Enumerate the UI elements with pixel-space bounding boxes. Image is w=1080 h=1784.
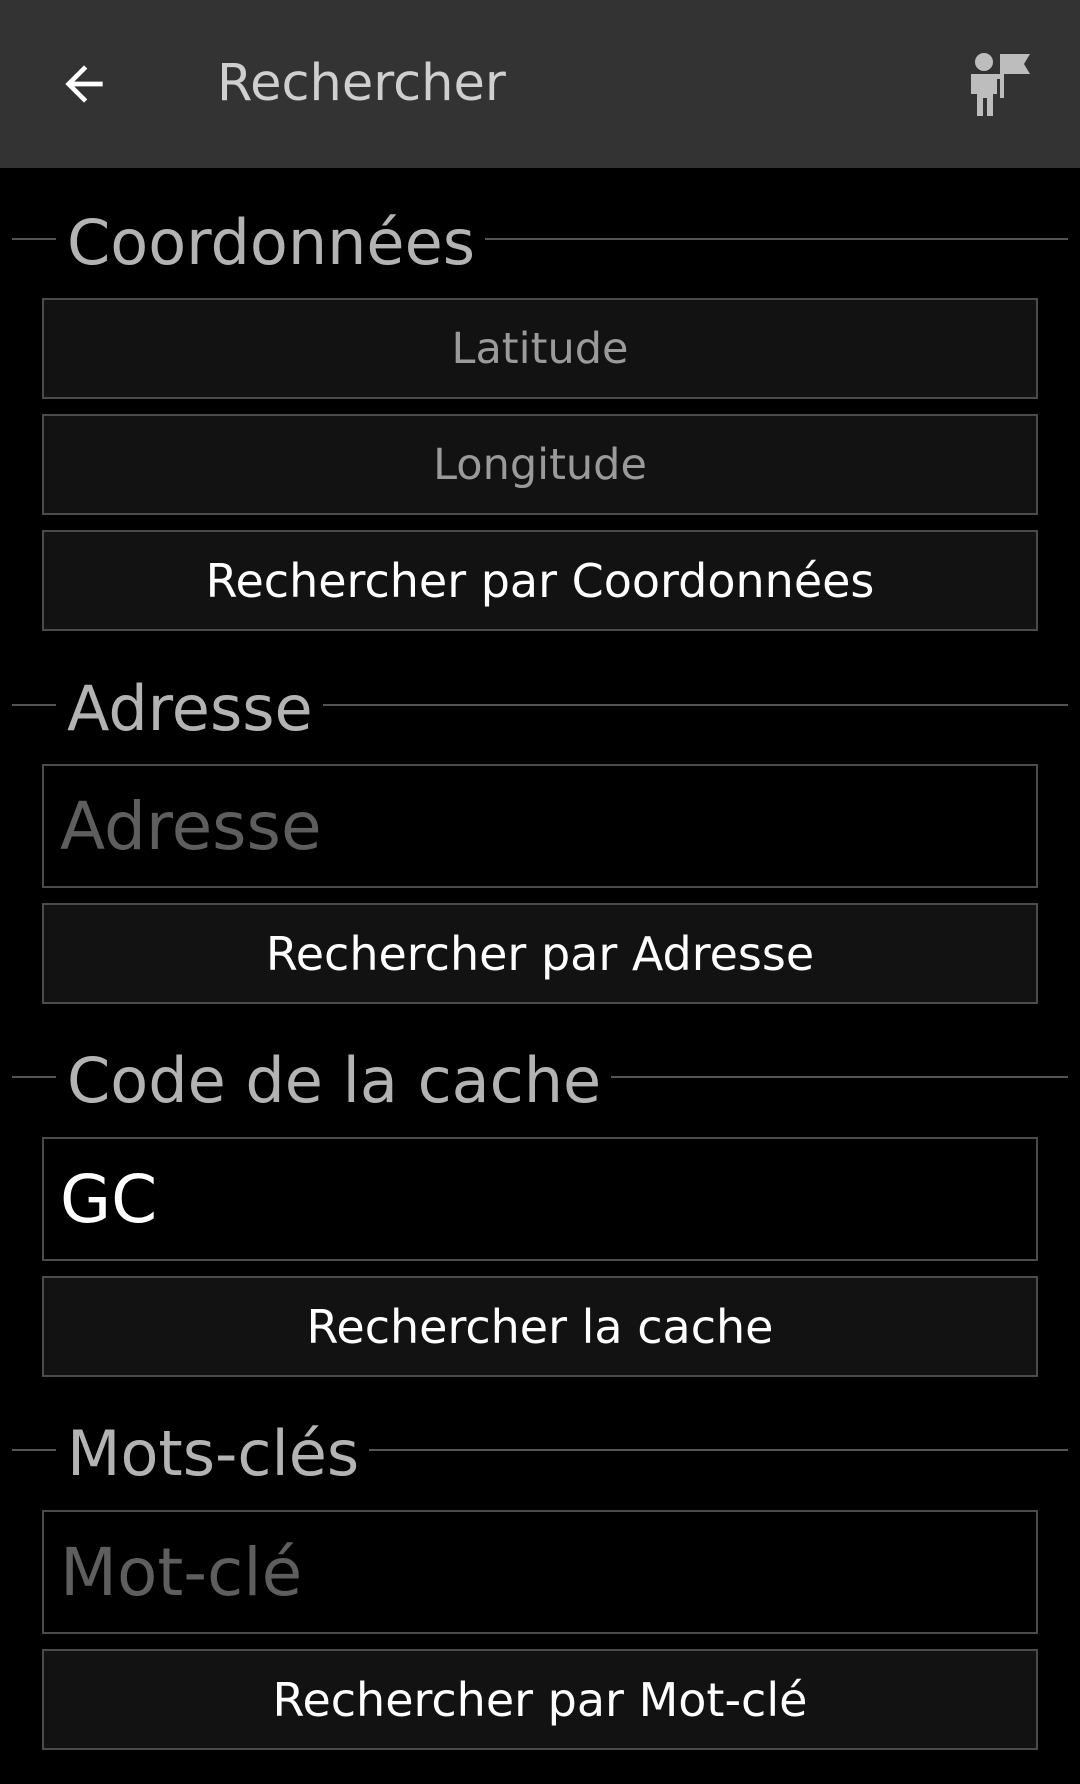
arrow-left-icon: [65, 65, 103, 103]
section-coordinates-header: Coordonnées: [12, 203, 1068, 283]
section-cache-code-title: Code de la cache: [67, 1041, 612, 1121]
divider: [412, 238, 1068, 240]
section-keywords-header: Mots-clés: [12, 1414, 1068, 1494]
section-address-header: Adresse: [12, 669, 1068, 749]
latitude-input[interactable]: Latitude: [42, 298, 1038, 399]
app-bar: Rechercher: [0, 0, 1080, 168]
back-button[interactable]: [36, 36, 132, 132]
page-title: Rechercher: [217, 54, 506, 113]
section-cache-code-header: Code de la cache: [12, 1041, 1068, 1121]
longitude-input[interactable]: Longitude: [42, 414, 1038, 515]
cache-code-input[interactable]: GC: [42, 1137, 1038, 1261]
guide-person-flag-icon: [971, 53, 1030, 116]
search-by-coordinates-button[interactable]: Rechercher par Coordonnées: [42, 530, 1038, 631]
divider: [12, 704, 56, 706]
section-keywords-title: Mots-clés: [67, 1414, 370, 1494]
divider: [12, 1449, 56, 1451]
section-address-title: Adresse: [67, 669, 323, 749]
divider: [364, 1449, 1068, 1451]
address-input[interactable]: Adresse: [42, 764, 1038, 888]
keyword-input[interactable]: Mot-clé: [42, 1510, 1038, 1634]
divider: [12, 238, 56, 240]
divider: [577, 1076, 1068, 1078]
search-cache-button[interactable]: Rechercher la cache: [42, 1276, 1038, 1377]
search-by-keyword-button[interactable]: Rechercher par Mot-clé: [42, 1649, 1038, 1750]
divider: [312, 704, 1068, 706]
search-by-address-button[interactable]: Rechercher par Adresse: [42, 903, 1038, 1004]
section-coordinates-title: Coordonnées: [67, 203, 486, 283]
divider: [12, 1076, 56, 1078]
guide-button[interactable]: [950, 36, 1046, 132]
